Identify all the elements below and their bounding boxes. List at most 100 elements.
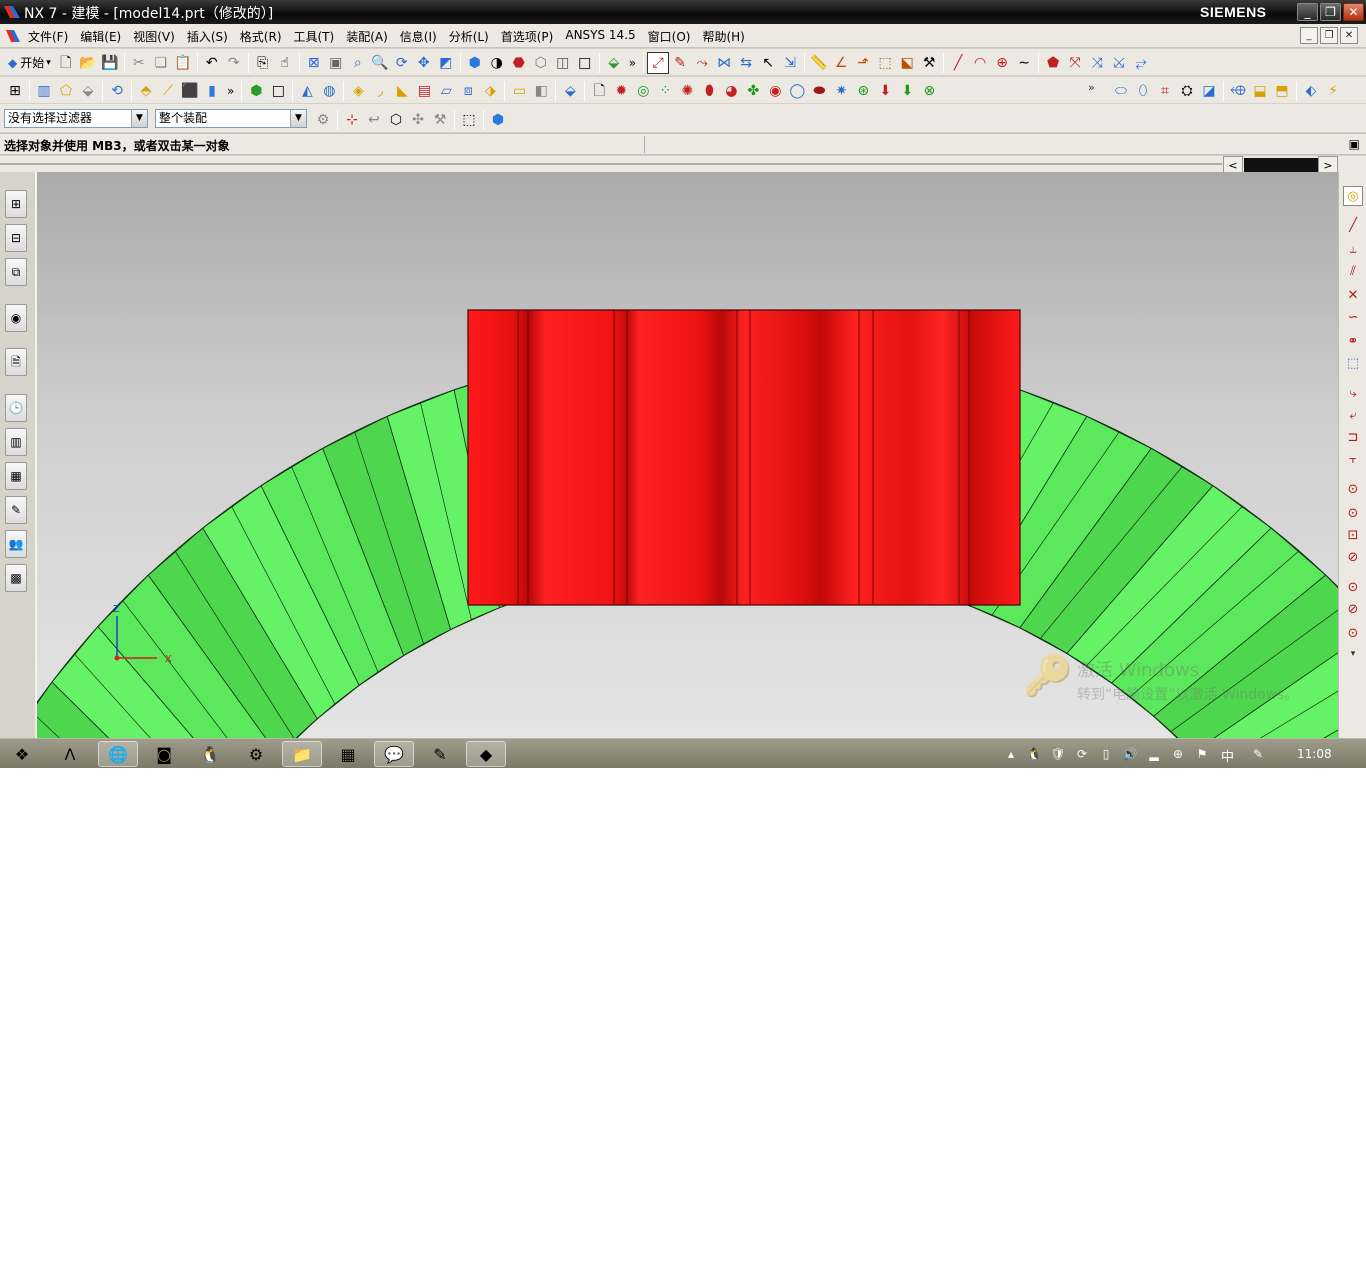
new-file-icon[interactable]: 🗋: [55, 52, 77, 74]
gear-wheel-icon[interactable]: ⊗: [918, 80, 940, 102]
body-select-icon[interactable]: ✣: [407, 109, 429, 131]
display-icon[interactable]: □: [574, 52, 596, 74]
rotate-icon[interactable]: ⟳: [391, 52, 413, 74]
cylinder-icon[interactable]: ▮: [201, 80, 223, 102]
sweep-icon[interactable]: ⬭: [1110, 80, 1132, 102]
quick-pick-icon[interactable]: ◎: [1343, 186, 1363, 206]
toolbar-chevron-2[interactable]: »: [223, 80, 238, 102]
analysis-icon[interactable]: ⚒: [918, 52, 940, 74]
boss-icon[interactable]: ⟋: [157, 80, 179, 102]
part-navigator-tab-icon[interactable]: ⧉: [5, 258, 27, 286]
part-icon[interactable]: ▥: [33, 80, 55, 102]
extrude-icon[interactable]: ⬙: [77, 80, 99, 102]
menu-analysis[interactable]: 分析(L): [449, 28, 489, 45]
type-filter-dropdown[interactable]: 没有选择过滤器 ▼: [4, 109, 148, 128]
touch-mode-icon[interactable]: ☝: [274, 52, 296, 74]
layer-icon[interactable]: ◫: [552, 52, 574, 74]
model-view[interactable]: Z X: [37, 172, 1338, 738]
cam-icon[interactable]: ⬖: [1300, 80, 1322, 102]
close-button[interactable]: ✕: [1343, 3, 1364, 21]
browser-app-icon[interactable]: 🌐: [98, 741, 138, 767]
drafting-icon[interactable]: ⬲: [1227, 80, 1249, 102]
zoom-window-icon[interactable]: ▣: [325, 52, 347, 74]
chevron-down-icon[interactable]: ▼: [131, 110, 147, 127]
red-cone-icon[interactable]: ◕: [720, 80, 742, 102]
360-tray-icon[interactable]: ⊕: [1170, 746, 1186, 762]
mesh-icon[interactable]: ⌗: [1154, 80, 1176, 102]
yellow-cube-icon[interactable]: ⬒: [1271, 80, 1293, 102]
check-icon[interactable]: ⬕: [896, 52, 918, 74]
render-style-icon[interactable]: ◑: [486, 52, 508, 74]
yellow-box-icon[interactable]: ⬓: [1249, 80, 1271, 102]
green-shape-icon[interactable]: ✤: [742, 80, 764, 102]
status-dock-icon[interactable]: ▣: [1349, 137, 1360, 151]
menu-insert[interactable]: 插入(S): [187, 28, 228, 45]
web-browser-tab-icon[interactable]: 🗎: [5, 348, 27, 376]
assembly-navigator-icon[interactable]: ⊞: [4, 80, 26, 102]
blend-surface-icon[interactable]: ◪: [1198, 80, 1220, 102]
perspective-icon[interactable]: ◩: [435, 52, 457, 74]
signal-icon[interactable]: ▂: [1146, 746, 1162, 762]
shell-icon[interactable]: ▤: [413, 80, 435, 102]
notes-tray-icon[interactable]: ✎: [1250, 746, 1266, 762]
menu-format[interactable]: 格式(R): [240, 28, 282, 45]
system-materials-tab-icon[interactable]: ▥: [5, 428, 27, 456]
select-icon[interactable]: ↖: [757, 52, 779, 74]
mass-properties-icon[interactable]: ⬚: [874, 52, 896, 74]
toolbar-chevron[interactable]: »: [625, 52, 640, 74]
arc-icon[interactable]: ◠: [969, 52, 991, 74]
offset-curve-icon[interactable]: ⤩: [1108, 52, 1130, 74]
link-icon[interactable]: ⚭: [1343, 332, 1363, 352]
draft-icon[interactable]: ▱: [435, 80, 457, 102]
qq-browser-app-icon[interactable]: ◙: [144, 741, 184, 767]
select-all-icon[interactable]: ⬢: [487, 109, 509, 131]
doc-restore-button[interactable]: ❐: [1320, 27, 1338, 44]
blue-gear-icon[interactable]: ✷: [830, 80, 852, 102]
line-tool-icon[interactable]: ╱: [1343, 216, 1363, 236]
hole-icon[interactable]: ⬘: [135, 80, 157, 102]
red-cylinder-icon[interactable]: ⬮: [698, 80, 720, 102]
reuse-library-tab-icon[interactable]: ◉: [5, 304, 27, 332]
menu-tools[interactable]: 工具(T): [294, 28, 335, 45]
chevron-down-icon[interactable]: ▾: [1343, 644, 1363, 664]
copy-icon[interactable]: ❏: [150, 52, 172, 74]
system-scenes-tab-icon[interactable]: ▩: [5, 564, 27, 592]
qq-chat-app-icon[interactable]: 🐧: [190, 741, 230, 767]
edge-blend-icon[interactable]: ◞: [369, 80, 391, 102]
edge-display-icon[interactable]: ⬣: [508, 52, 530, 74]
red-block-part[interactable]: [467, 309, 1021, 606]
zoom-icon[interactable]: ⌕: [347, 52, 369, 74]
graphics-window[interactable]: Z X 🔑 激活 Windows 转到“电脑设置”以激活 Windows。: [35, 172, 1338, 738]
arc-tool-icon[interactable]: ⥿: [1343, 240, 1363, 260]
polygon-icon[interactable]: ⊘: [1343, 548, 1363, 568]
process-studio-tab-icon[interactable]: ▦: [5, 462, 27, 490]
calculator-app-icon[interactable]: ▦: [328, 741, 368, 767]
distance-icon[interactable]: ⬏: [852, 52, 874, 74]
roles-tab-icon[interactable]: 👥: [5, 530, 27, 558]
point-on-curve-icon[interactable]: ⊙: [1343, 578, 1363, 598]
volume-icon[interactable]: 🔊: [1122, 746, 1138, 762]
magnify-icon[interactable]: 🔍: [369, 52, 391, 74]
pattern-icon[interactable]: ▭: [508, 80, 530, 102]
blue-ring-icon[interactable]: ◯: [786, 80, 808, 102]
file-explorer-app-icon[interactable]: 📁: [282, 741, 322, 767]
extend-icon[interactable]: ⤶: [1343, 406, 1363, 426]
block-icon[interactable]: ⬛: [179, 80, 201, 102]
curve-tool-icon[interactable]: ∽: [1343, 308, 1363, 328]
wechat-app-icon[interactable]: 💬: [374, 741, 414, 767]
project-curve-icon[interactable]: ⤨: [1086, 52, 1108, 74]
simulation-icon[interactable]: ⚡: [1322, 80, 1344, 102]
dimension-icon[interactable]: ⇆: [735, 52, 757, 74]
trim-curve-icon[interactable]: ⤷: [1343, 384, 1363, 404]
offset-tool-icon[interactable]: ⬚: [1343, 354, 1363, 374]
redo-icon[interactable]: ↷: [223, 52, 245, 74]
red-star-icon[interactable]: ✹: [610, 80, 632, 102]
fit-view-icon[interactable]: ⊠: [303, 52, 325, 74]
input-method-indicator[interactable]: 中: [1221, 746, 1234, 765]
menu-preferences[interactable]: 首选项(P): [501, 28, 554, 45]
circle-point-icon[interactable]: ⊕: [991, 52, 1013, 74]
start-button[interactable]: ◆ 开始 ▾: [4, 52, 55, 74]
tray-expand-icon[interactable]: ▴: [1003, 746, 1019, 762]
circle-tangent-icon[interactable]: ⊙: [1343, 504, 1363, 524]
manufacturing-wizard-tab-icon[interactable]: ✎: [5, 496, 27, 524]
